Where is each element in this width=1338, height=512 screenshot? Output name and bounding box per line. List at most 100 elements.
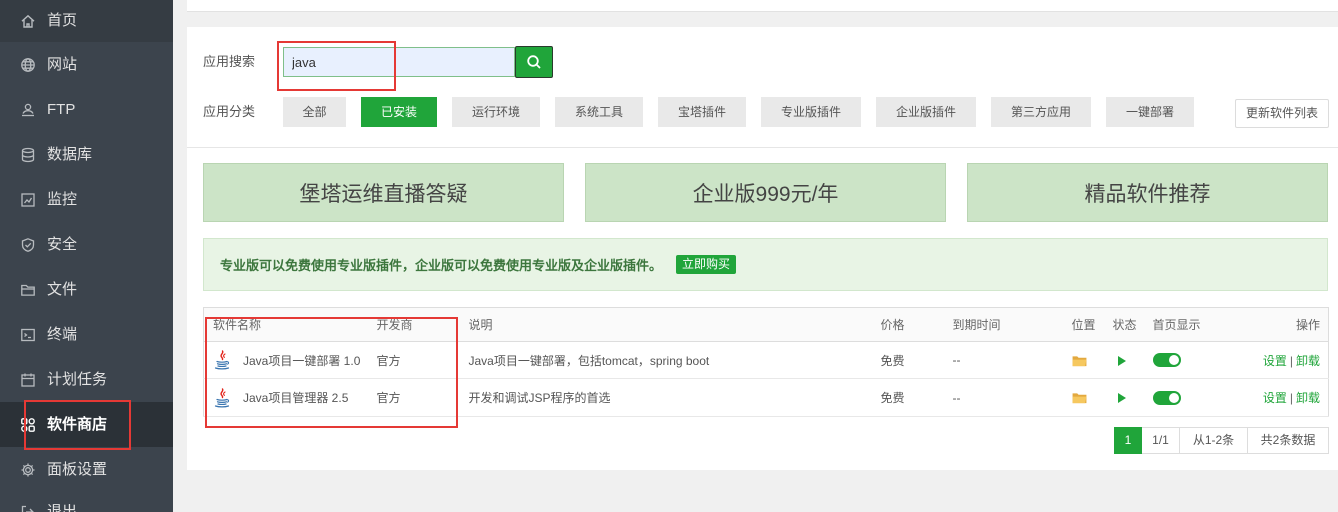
sidebar-item-database[interactable]: 数据库 xyxy=(0,132,173,177)
home-display-toggle[interactable] xyxy=(1152,353,1181,367)
settings-link[interactable]: 设置 xyxy=(1263,354,1287,368)
buy-now-button[interactable]: 立即购买 xyxy=(676,255,737,274)
sidebar-item-home[interactable]: 首页 xyxy=(0,0,173,42)
sidebar-item-label: 首页 xyxy=(47,12,78,29)
app-status-cell xyxy=(1103,341,1144,379)
search-button[interactable] xyxy=(515,46,553,78)
folder-icon xyxy=(20,282,36,298)
category-bt-plugins[interactable]: 宝塔插件 xyxy=(658,97,746,127)
app-expires: -- xyxy=(943,341,1063,379)
column-header-actions: 操作 xyxy=(1243,307,1329,342)
sidebar-item-ftp[interactable]: FTP xyxy=(0,87,173,132)
sidebar-item-terminal[interactable]: 终端 xyxy=(0,312,173,357)
uninstall-link[interactable]: 卸载 xyxy=(1296,391,1320,405)
app-store-panel: 应用搜索 应用分类 全部 已安装 运行环境 系统工具 宝塔插件 专业版插件 企业… xyxy=(187,27,1338,470)
category-system-tools[interactable]: 系统工具 xyxy=(555,97,643,127)
apps-icon xyxy=(20,417,36,433)
app-name-cell: Java项目一键部署 1.0 xyxy=(203,341,368,379)
sidebar-item-label: 网站 xyxy=(47,55,78,73)
category-label: 应用分类 xyxy=(203,104,256,119)
app-name-cell: Java项目管理器 2.5 xyxy=(203,378,368,417)
app-description: Java项目一键部署，包括tomcat，spring boot xyxy=(459,341,872,379)
column-header-price: 价格 xyxy=(871,307,944,342)
gear-icon xyxy=(20,462,36,478)
notice-bar: 专业版可以免费使用专业版插件，企业版可以免费使用专业版及企业版插件。 立即购买 xyxy=(203,238,1328,291)
table-row: Java项目一键部署 1.0 官方 Java项目一键部署，包括tomcat，sp… xyxy=(203,341,1329,379)
table-header-row: 软件名称 开发商 说明 价格 到期时间 位置 状态 首页显示 操作 xyxy=(203,307,1329,342)
column-header-name: 软件名称 xyxy=(203,307,368,342)
app-price: 免费 xyxy=(871,341,944,379)
page-total: 共2条数据 xyxy=(1248,427,1329,454)
divider xyxy=(187,147,1338,148)
play-icon[interactable] xyxy=(1117,355,1127,367)
app-price: 免费 xyxy=(871,378,944,417)
folder-icon[interactable] xyxy=(1072,392,1087,404)
category-tabs: 全部 已安装 运行环境 系统工具 宝塔插件 专业版插件 企业版插件 第三方应用 … xyxy=(283,97,1194,127)
app-actions-cell: 设置 | 卸载 xyxy=(1243,341,1329,379)
app-name: Java项目管理器 2.5 xyxy=(243,391,349,405)
app-location-cell xyxy=(1062,341,1104,379)
settings-link[interactable]: 设置 xyxy=(1263,391,1287,405)
category-runtime[interactable]: 运行环境 xyxy=(452,97,540,127)
category-pro-plugins[interactable]: 专业版插件 xyxy=(761,97,861,127)
column-header-expires: 到期时间 xyxy=(943,307,1063,342)
app-description: 开发和调试JSP程序的首选 xyxy=(459,378,872,417)
category-third-party[interactable]: 第三方应用 xyxy=(991,97,1091,127)
page-current[interactable]: 1 xyxy=(1114,427,1142,454)
database-icon xyxy=(20,147,36,163)
sidebar-item-label: 退出 xyxy=(47,504,77,512)
column-header-home-display: 首页显示 xyxy=(1143,307,1244,342)
shield-icon xyxy=(20,237,36,253)
sidebar: 首页 网站 FTP 数据库 监控 安全 文件 终端 计划任务 软件商店 面板设置 xyxy=(0,0,173,512)
app-status-cell xyxy=(1103,378,1144,417)
banner-live-qa[interactable]: 堡塔运维直播答疑 xyxy=(203,163,564,222)
sidebar-item-website[interactable]: 网站 xyxy=(0,42,173,87)
action-separator: | xyxy=(1289,353,1293,368)
app-name: Java项目一键部署 1.0 xyxy=(243,353,361,368)
sidebar-item-security[interactable]: 安全 xyxy=(0,222,173,267)
sidebar-item-monitor[interactable]: 监控 xyxy=(0,177,173,222)
sidebar-item-logout[interactable]: 退出 xyxy=(0,492,173,512)
sidebar-item-files[interactable]: 文件 xyxy=(0,267,173,312)
sidebar-item-label: FTP xyxy=(47,100,76,118)
calendar-icon xyxy=(20,372,36,388)
app-home-display-cell xyxy=(1143,341,1244,379)
sidebar-item-label: 终端 xyxy=(47,325,78,343)
category-enterprise-plugins[interactable]: 企业版插件 xyxy=(876,97,976,127)
terminal-icon xyxy=(20,327,36,343)
uninstall-link[interactable]: 卸载 xyxy=(1296,354,1320,368)
play-icon[interactable] xyxy=(1117,392,1127,404)
logout-icon xyxy=(20,504,36,512)
banner-recommended-software[interactable]: 精品软件推荐 xyxy=(967,163,1328,222)
category-one-click-deploy[interactable]: 一键部署 xyxy=(1106,97,1194,127)
action-separator: | xyxy=(1289,391,1293,405)
app-home-display-cell xyxy=(1143,378,1244,417)
home-display-toggle[interactable] xyxy=(1152,390,1181,405)
banner-enterprise-price[interactable]: 企业版999元/年 xyxy=(585,163,946,222)
globe-icon xyxy=(20,57,36,73)
sidebar-item-label: 监控 xyxy=(47,190,78,208)
sidebar-item-label: 文件 xyxy=(47,280,78,298)
table-row: Java项目管理器 2.5 官方 开发和调试JSP程序的首选 免费 -- 设置 |… xyxy=(203,378,1329,417)
pagination: 1 1/1 从1-2条 共2条数据 xyxy=(1114,427,1329,454)
search-label: 应用搜索 xyxy=(203,54,256,69)
sidebar-item-label: 数据库 xyxy=(47,145,93,163)
sidebar-item-panel-settings[interactable]: 面板设置 xyxy=(0,447,173,492)
sidebar-item-app-store[interactable]: 软件商店 xyxy=(0,402,173,447)
app-vendor: 官方 xyxy=(367,341,460,379)
toggle-knob xyxy=(1168,355,1179,365)
notice-text: 专业版可以免费使用专业版插件，企业版可以免费使用专业版及企业版插件。 xyxy=(220,258,663,273)
sidebar-item-label: 面板设置 xyxy=(47,460,108,478)
ftp-icon xyxy=(20,102,36,118)
sidebar-item-label: 软件商店 xyxy=(47,415,108,433)
category-installed[interactable]: 已安装 xyxy=(361,97,437,127)
search-input[interactable] xyxy=(283,47,515,77)
sidebar-item-cron[interactable]: 计划任务 xyxy=(0,357,173,402)
folder-icon[interactable] xyxy=(1072,355,1087,367)
top-panel-strip xyxy=(187,0,1338,12)
search-icon xyxy=(526,54,542,70)
category-all[interactable]: 全部 xyxy=(283,97,346,127)
monitor-icon xyxy=(20,192,36,208)
refresh-software-list-button[interactable]: 更新软件列表 xyxy=(1235,99,1329,128)
sidebar-item-label: 安全 xyxy=(47,235,78,253)
